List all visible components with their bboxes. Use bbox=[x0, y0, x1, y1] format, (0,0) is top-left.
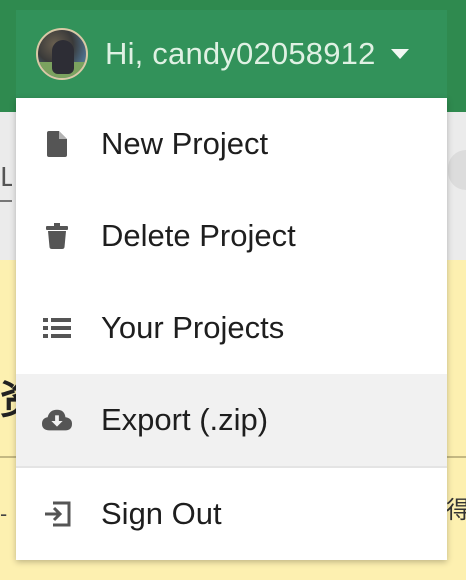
menu-label-delete-project: Delete Project bbox=[101, 218, 296, 253]
menu-item-delete-project[interactable]: Delete Project bbox=[16, 190, 447, 282]
content-mark-left: - bbox=[0, 502, 8, 526]
trash-icon bbox=[42, 221, 72, 251]
cloud-download-icon bbox=[42, 405, 72, 435]
menu-item-sign-out[interactable]: Sign Out bbox=[16, 468, 447, 560]
menu-item-your-projects[interactable]: Your Projects bbox=[16, 282, 447, 374]
avatar bbox=[36, 28, 88, 80]
file-icon bbox=[42, 129, 72, 159]
toolbar-fragment-left: L bbox=[0, 164, 12, 192]
content-mark-right: 得 bbox=[446, 496, 466, 524]
list-icon bbox=[42, 313, 72, 343]
user-greeting: Hi, candy02058912 bbox=[105, 36, 376, 71]
user-dropdown-menu: New Project Delete Project Your Projects bbox=[16, 98, 447, 560]
menu-item-new-project[interactable]: New Project bbox=[16, 98, 447, 190]
toolbar-fragment-underline bbox=[0, 200, 12, 202]
menu-label-sign-out: Sign Out bbox=[101, 496, 222, 531]
menu-label-new-project: New Project bbox=[101, 126, 269, 161]
content-heading-fragment: 资 bbox=[0, 370, 16, 430]
menu-item-export-zip[interactable]: Export (.zip) bbox=[16, 374, 447, 466]
caret-down-icon bbox=[390, 49, 409, 59]
sign-out-icon bbox=[42, 499, 72, 529]
menu-label-export-zip: Export (.zip) bbox=[101, 402, 269, 437]
user-menu-toggle[interactable]: Hi, candy02058912 bbox=[16, 10, 447, 98]
avatar-figure bbox=[52, 40, 74, 74]
menu-label-your-projects: Your Projects bbox=[101, 310, 285, 345]
